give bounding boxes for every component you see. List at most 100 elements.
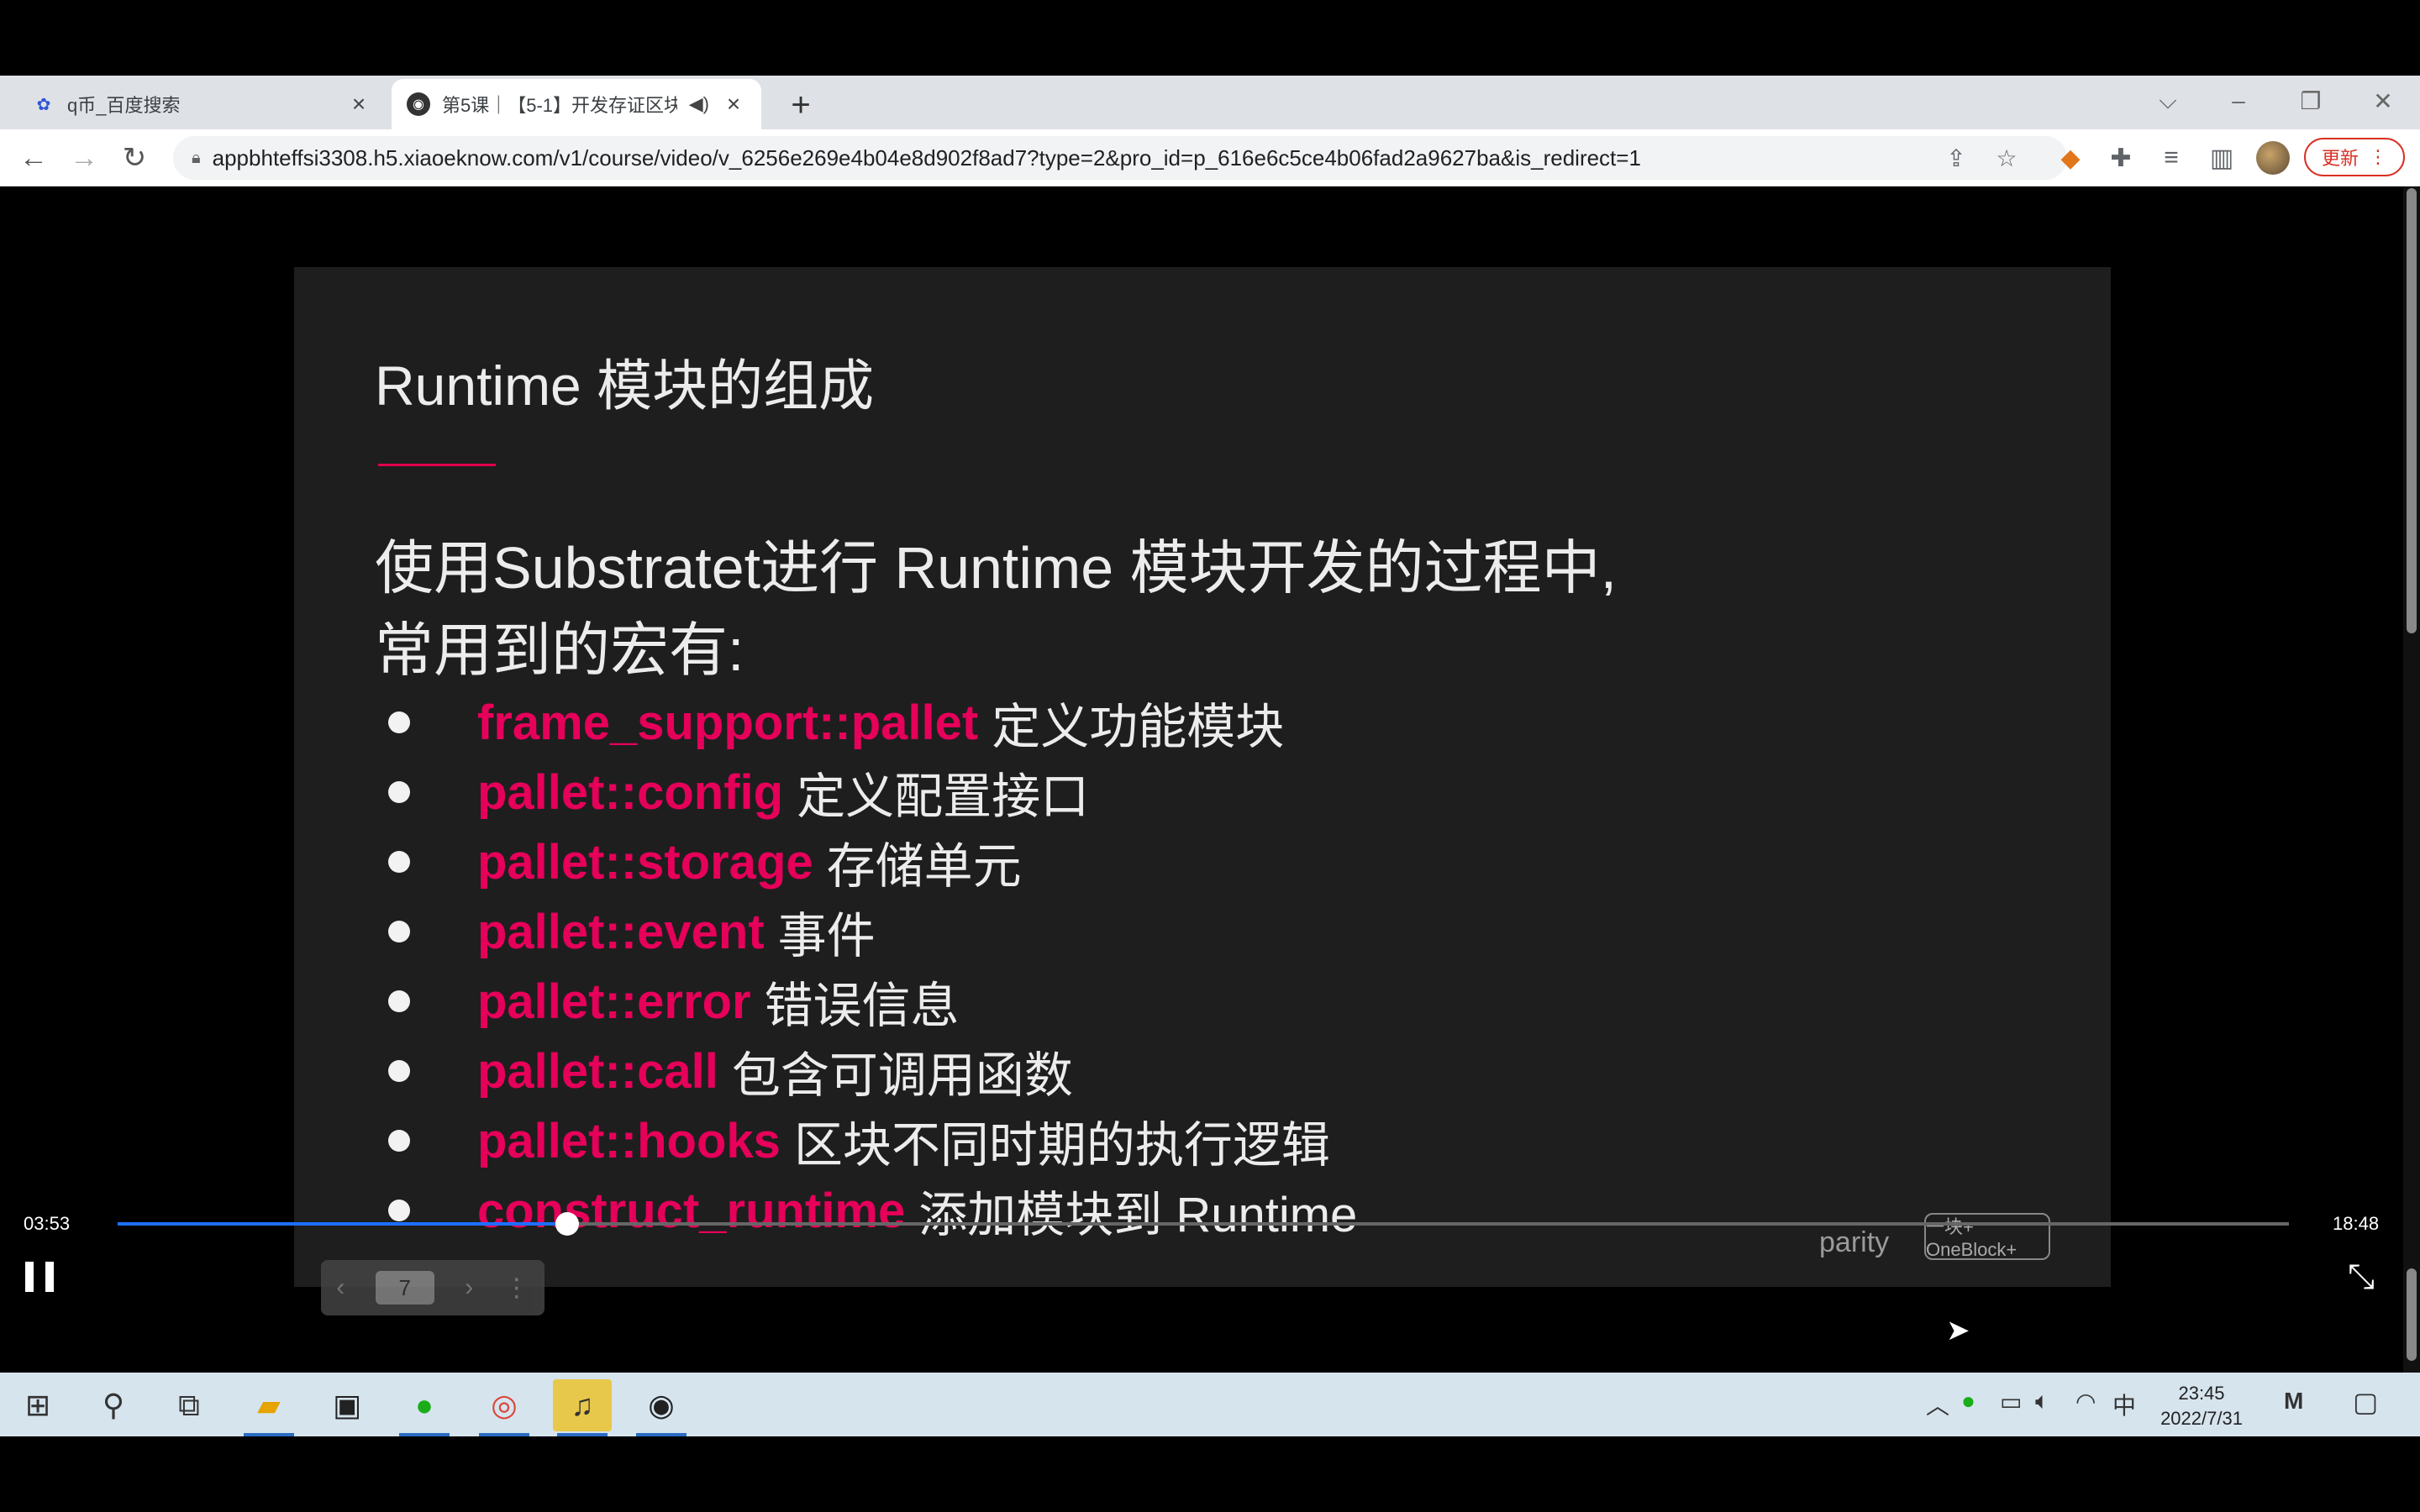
scrollbar-thumb-secondary[interactable] xyxy=(2407,1268,2417,1361)
tab-baidu-search[interactable]: ✿ q币_百度搜索 × xyxy=(17,79,387,129)
progress-bar[interactable] xyxy=(118,1212,2289,1236)
search-icon[interactable]: ⚲ xyxy=(84,1379,143,1431)
close-tab-icon[interactable]: × xyxy=(346,91,371,117)
baidu-paw-icon: ✿ xyxy=(36,95,51,114)
exit-fullscreen-icon[interactable]: ⤡ xyxy=(2344,1258,2378,1295)
desktop-screen: ✿ q币_百度搜索 × ◉ 第5课｜【5-1】开发存证区块 ◀) × + ⌵ –… xyxy=(0,0,2420,1512)
volume-icon[interactable]: 🔈︎ xyxy=(2035,1388,2049,1415)
address-bar[interactable]: 🔒︎ appbhteffsi3308.h5.xiaoeknow.com/v1/c… xyxy=(173,136,2067,180)
restore-button[interactable]: ❐ xyxy=(2286,82,2336,119)
menu-dots-icon: ⋮ xyxy=(2369,146,2387,167)
tab-search-chevron-icon[interactable]: ⌵ xyxy=(2143,82,2193,119)
macro-name: pallet::storage xyxy=(477,834,813,890)
macro-name: construct_runtime xyxy=(477,1183,906,1238)
windows-taskbar: ⊞ ⚲ ⧉ ▰ ▣ ● ◎ ♫ ◉ ︿ ● ▭ 🔈︎ ◠ 中 23:45 202… xyxy=(0,1373,2420,1436)
macro-description: 定义配置接口 xyxy=(797,769,1090,824)
recorder-app-icon[interactable]: ♫ xyxy=(553,1379,612,1436)
tab-title: 第5课｜【5-1】开发存证区块 xyxy=(442,95,677,116)
more-icon[interactable]: ⋮ xyxy=(504,1273,529,1303)
close-tab-icon[interactable]: × xyxy=(721,91,746,117)
pause-button[interactable] xyxy=(25,1262,54,1292)
oneblock-logo: 一块+ OneBlock+ xyxy=(1924,1213,2050,1260)
list-item: pallet::event 事件 xyxy=(388,896,876,967)
minimize-button[interactable]: – xyxy=(2213,82,2264,119)
progress-handle[interactable] xyxy=(555,1212,579,1236)
tray-overflow-chevron-icon[interactable]: ︿ xyxy=(1926,1388,1949,1421)
system-clock[interactable]: 23:45 2022/7/31 xyxy=(2151,1381,2252,1431)
total-time: 18:48 xyxy=(2333,1213,2380,1234)
macro-name: pallet::hooks xyxy=(477,1113,781,1168)
wifi-icon[interactable]: ◠ xyxy=(2075,1388,2096,1415)
browser-tab-bar: ✿ q币_百度搜索 × ◉ 第5课｜【5-1】开发存证区块 ◀) × + ⌵ –… xyxy=(0,76,2420,129)
bullet-dot xyxy=(388,1130,410,1152)
macro-name: pallet::config xyxy=(477,764,784,820)
slide-intro-line-2: 常用到的宏有: xyxy=(375,617,744,683)
list-item: construct_runtime 添加模块到 Runtime xyxy=(388,1175,1357,1246)
macro-name: pallet::call xyxy=(477,1043,718,1099)
macro-description: 区块不同时期的执行逻辑 xyxy=(793,1118,1330,1173)
scrollbar-thumb[interactable] xyxy=(2407,188,2417,633)
app-tray-icon[interactable]: M xyxy=(2284,1388,2303,1415)
macro-description: 事件 xyxy=(777,909,876,963)
clock-date: 2022/7/31 xyxy=(2160,1408,2243,1429)
update-label: 更新 xyxy=(2321,148,2359,169)
slide-intro-line-1: 使用Substratet进行 Runtime 模块开发的过程中, xyxy=(375,535,1618,601)
forward-button[interactable]: → xyxy=(64,138,104,178)
mouse-cursor-icon: ➤ xyxy=(1946,1315,1970,1347)
metamask-extension-icon[interactable]: ◆ xyxy=(2050,138,2091,178)
list-item: frame_support::pallet 定义功能模块 xyxy=(388,687,1284,758)
chrome-icon[interactable]: ◎ xyxy=(475,1379,534,1436)
lock-icon[interactable]: 🔒︎ xyxy=(192,149,201,168)
reload-button[interactable]: ↻ xyxy=(114,138,155,178)
bullet-dot xyxy=(388,851,410,873)
close-window-button[interactable]: ✕ xyxy=(2358,82,2408,119)
prev-page-icon[interactable]: ‹ xyxy=(336,1273,345,1302)
progress-fill xyxy=(118,1222,567,1226)
update-button[interactable]: 更新 ⋮ xyxy=(2304,138,2405,176)
macro-description: 定义功能模块 xyxy=(992,700,1285,754)
task-view-icon[interactable]: ⧉ xyxy=(160,1379,218,1431)
new-tab-button[interactable]: + xyxy=(781,86,820,124)
list-item: pallet::storage 存储单元 xyxy=(388,827,1022,897)
obs-icon[interactable]: ◉ xyxy=(632,1379,691,1436)
bullet-dot xyxy=(388,781,410,803)
url-text: appbhteffsi3308.h5.xiaoeknow.com/v1/cour… xyxy=(212,144,1641,171)
macro-description: 存储单元 xyxy=(826,839,1022,894)
slide-title: Runtime 模块的组成 xyxy=(375,354,875,417)
tab-title: q币_百度搜索 xyxy=(67,95,181,116)
profile-avatar[interactable] xyxy=(2256,141,2290,175)
list-item: pallet::call 包含可调用函数 xyxy=(388,1036,1073,1106)
terminal-icon[interactable]: ▣ xyxy=(318,1379,376,1431)
bullet-dot xyxy=(388,1200,410,1221)
macro-name: pallet::error xyxy=(477,974,751,1029)
page-number: 7 xyxy=(375,1271,434,1305)
ime-indicator[interactable]: 中 xyxy=(2112,1388,2136,1421)
tab-course-video[interactable]: ◉ 第5课｜【5-1】开发存证区块 ◀) × xyxy=(392,79,761,129)
tray-wechat-icon[interactable]: ● xyxy=(1961,1388,1975,1415)
macro-name: pallet::event xyxy=(477,904,765,959)
back-button[interactable]: ← xyxy=(13,138,54,178)
windows-start-icon[interactable]: ⊞ xyxy=(8,1379,67,1431)
extensions-puzzle-icon[interactable]: ✚ xyxy=(2101,138,2141,178)
file-explorer-icon[interactable]: ▰ xyxy=(239,1379,298,1436)
pause-icon xyxy=(25,1262,34,1292)
battery-icon[interactable]: ▭ xyxy=(2000,1388,2022,1415)
globe-icon: ◉ xyxy=(407,92,430,116)
bookmark-star-icon[interactable]: ☆ xyxy=(1988,139,2025,176)
title-underline xyxy=(378,464,496,466)
side-panel-icon[interactable]: ▥ xyxy=(2202,138,2242,178)
macro-description: 添加模块到 Runtime xyxy=(918,1188,1358,1242)
bullet-dot xyxy=(388,921,410,942)
clock-time: 23:45 xyxy=(2178,1383,2225,1404)
media-control-icon[interactable]: ≡ xyxy=(2151,138,2191,178)
slide-pager: ‹ 7 › ⋮ xyxy=(321,1260,544,1315)
share-icon[interactable]: ⇪ xyxy=(1938,139,1975,176)
wechat-icon[interactable]: ● xyxy=(395,1379,454,1436)
bullet-dot xyxy=(388,990,410,1012)
browser-toolbar: ← → ↻ 🔒︎ appbhteffsi3308.h5.xiaoeknow.co… xyxy=(0,129,2420,186)
bullet-dot xyxy=(388,1060,410,1082)
macro-name: frame_support::pallet xyxy=(477,695,979,750)
next-page-icon[interactable]: › xyxy=(465,1273,473,1302)
audio-playing-icon[interactable]: ◀) xyxy=(689,93,709,115)
notification-center-icon[interactable]: ▢ xyxy=(2353,1386,2378,1418)
